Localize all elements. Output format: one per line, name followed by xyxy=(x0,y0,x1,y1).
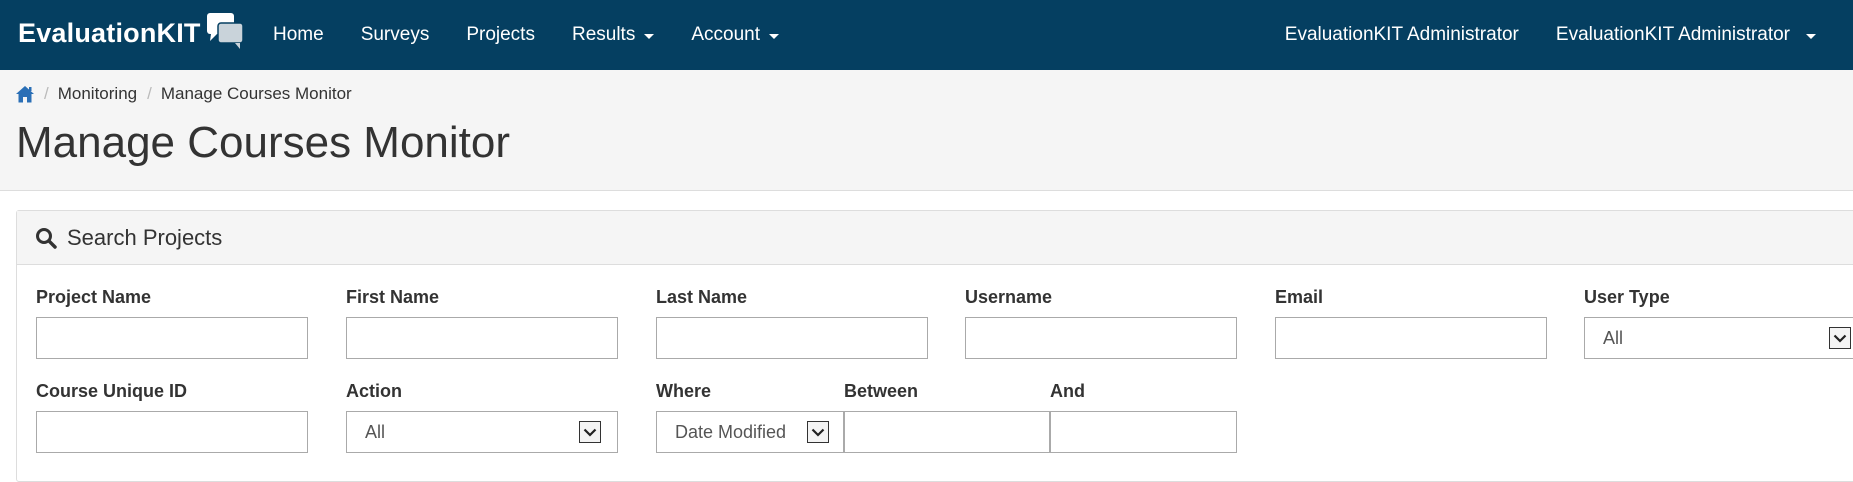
nav-projects-label: Projects xyxy=(466,24,535,45)
home-icon[interactable] xyxy=(16,85,34,103)
caret-down-icon xyxy=(1806,33,1816,39)
chat-bubbles-icon xyxy=(206,13,244,49)
chevron-down-icon[interactable] xyxy=(807,421,829,443)
project-name-input[interactable] xyxy=(36,317,308,359)
between-label: Between xyxy=(844,381,919,401)
last-name-input[interactable] xyxy=(656,317,928,359)
caret-down-icon xyxy=(768,33,779,39)
action-group: Action All xyxy=(346,381,618,453)
chevron-down-icon[interactable] xyxy=(579,421,601,443)
and-label: And xyxy=(1050,381,1085,401)
caret-down-icon xyxy=(644,33,655,39)
email-input[interactable] xyxy=(1275,317,1547,359)
breadcrumb-monitoring[interactable]: Monitoring xyxy=(58,84,137,104)
first-name-group: First Name xyxy=(346,287,618,359)
email-group: Email xyxy=(1275,287,1547,359)
email-label: Email xyxy=(1275,287,1324,307)
nav-user-dropdown[interactable]: EvaluationKIT Administrator xyxy=(1556,24,1816,46)
panel-title: Search Projects xyxy=(67,224,223,250)
nav-surveys-label: Surveys xyxy=(360,24,430,45)
search-projects-panel: Search Projects Project Name First Name … xyxy=(16,210,1853,482)
nav-projects[interactable]: Projects xyxy=(466,24,535,46)
course-unique-id-label: Course Unique ID xyxy=(36,381,188,401)
action-label: Action xyxy=(346,381,402,401)
user-type-group: User Type All xyxy=(1584,287,1853,359)
nav-home-label: Home xyxy=(273,24,324,45)
nav-admin-link[interactable]: EvaluationKIT Administrator xyxy=(1285,24,1519,46)
brand-logo[interactable]: EvaluationKIT xyxy=(18,13,245,52)
course-unique-id-group: Course Unique ID xyxy=(36,381,308,453)
last-name-group: Last Name xyxy=(656,287,928,359)
page-title: Manage Courses Monitor xyxy=(16,118,511,167)
nav-results-label: Results xyxy=(571,24,636,45)
top-navbar: EvaluationKIT Home Surveys Projects Resu… xyxy=(0,0,1853,70)
username-input[interactable] xyxy=(965,317,1237,359)
between-group: Between xyxy=(844,381,1050,453)
main-nav: Home Surveys Projects Results Account xyxy=(273,0,816,70)
user-type-label: User Type xyxy=(1584,287,1670,307)
nav-surveys[interactable]: Surveys xyxy=(361,24,430,46)
action-value: All xyxy=(365,421,386,442)
and-date-input[interactable] xyxy=(1050,411,1237,453)
nav-results-dropdown[interactable]: Results xyxy=(571,24,655,46)
search-icon xyxy=(36,227,57,249)
where-select[interactable]: Date Modified xyxy=(656,411,844,453)
where-value: Date Modified xyxy=(675,421,787,442)
action-select[interactable]: All xyxy=(346,411,618,453)
username-group: Username xyxy=(965,287,1237,359)
where-label: Where xyxy=(656,381,712,401)
nav-user-label: EvaluationKIT Administrator xyxy=(1555,24,1790,45)
first-name-input[interactable] xyxy=(346,317,618,359)
project-name-group: Project Name xyxy=(36,287,308,359)
page-header: / Monitoring / Manage Courses Monitor Ma… xyxy=(0,70,1853,191)
user-nav: EvaluationKIT Administrator EvaluationKI… xyxy=(1248,0,1816,70)
nav-account-label: Account xyxy=(691,24,760,45)
nav-admin-label: EvaluationKIT Administrator xyxy=(1284,24,1519,45)
breadcrumb-separator: / xyxy=(147,84,152,103)
project-name-label: Project Name xyxy=(36,287,152,307)
where-group: Where Date Modified xyxy=(656,381,844,453)
nav-home[interactable]: Home xyxy=(273,24,324,46)
course-unique-id-input[interactable] xyxy=(36,411,308,453)
chevron-down-icon[interactable] xyxy=(1829,327,1851,349)
username-label: Username xyxy=(965,287,1053,307)
panel-heading: Search Projects xyxy=(17,211,1853,265)
breadcrumb-separator: / xyxy=(44,84,49,103)
nav-account-dropdown[interactable]: Account xyxy=(691,24,779,46)
between-date-input[interactable] xyxy=(844,411,1050,453)
user-type-value: All xyxy=(1603,327,1624,348)
last-name-label: Last Name xyxy=(656,287,748,307)
brand-name: EvaluationKIT xyxy=(18,17,201,48)
breadcrumb: / Monitoring / Manage Courses Monitor xyxy=(16,84,352,104)
first-name-label: First Name xyxy=(346,287,440,307)
user-type-select[interactable]: All xyxy=(1584,317,1853,359)
breadcrumb-current: Manage Courses Monitor xyxy=(160,84,352,103)
and-group: And xyxy=(1050,381,1237,453)
